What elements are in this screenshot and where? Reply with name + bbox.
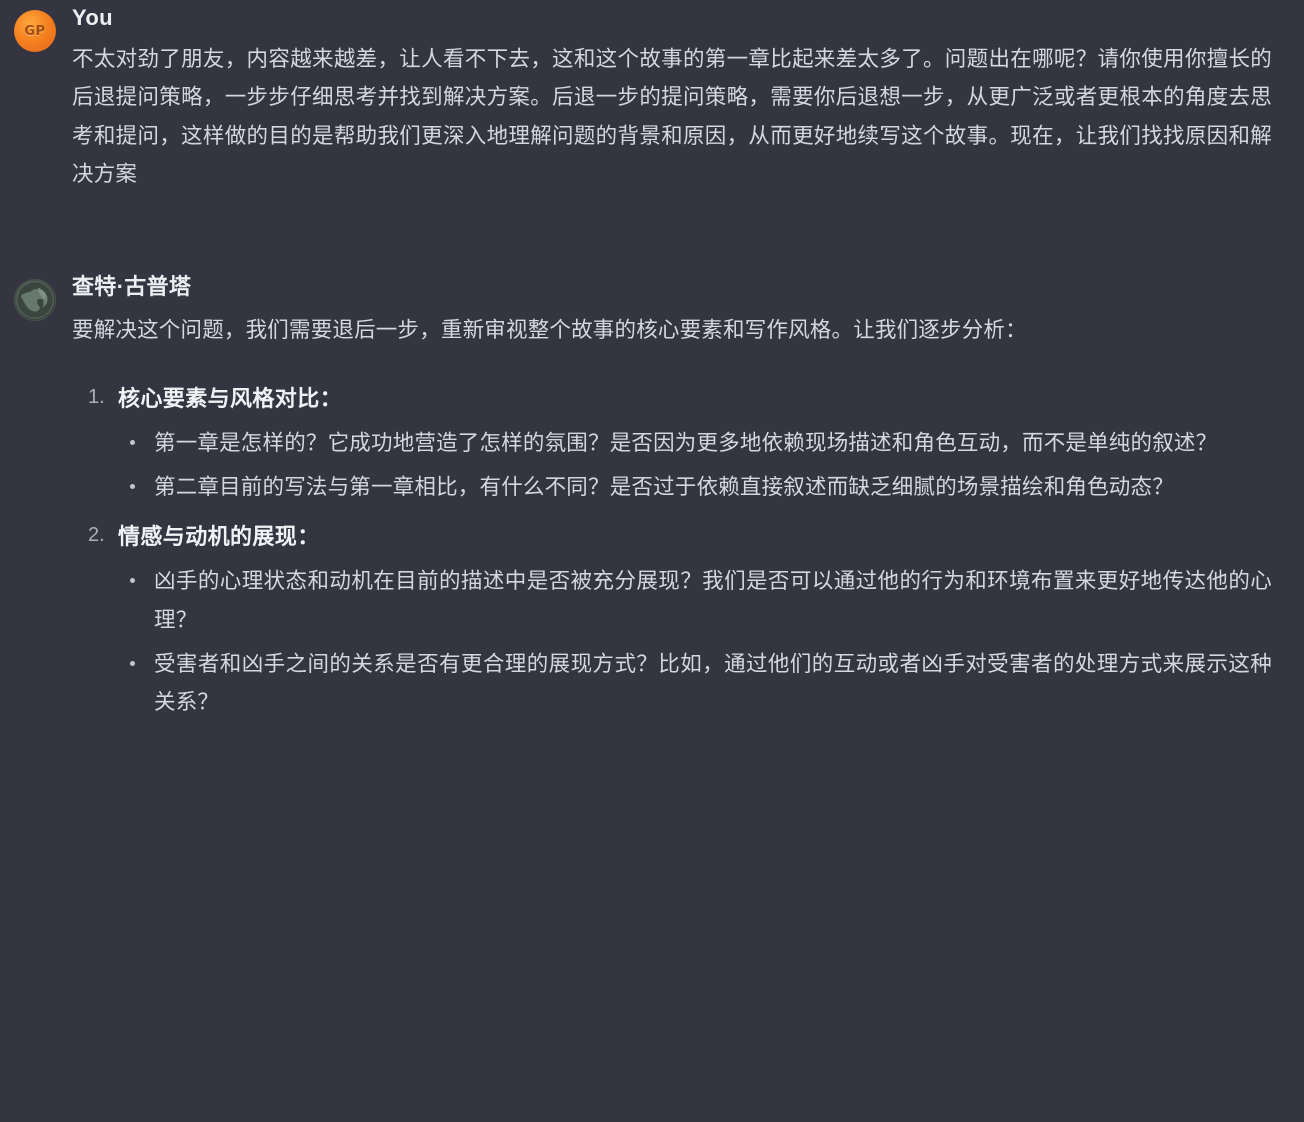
globe-avatar-icon (15, 281, 55, 320)
avatar-column (0, 275, 72, 322)
chat-transcript: GP You 不太对劲了朋友，内容越来越差，让人看不下去，这和这个故事的第一章比… (0, 0, 1304, 735)
message-author-name: You (72, 5, 113, 30)
step-title: 情感与动机的展现： (118, 524, 320, 550)
assistant-intro-text: 要解决这个问题，我们需要退后一步，重新审视整个故事的核心要素和写作风格。让我们逐… (72, 318, 1027, 343)
list-item: 核心要素与风格对比： 第一章是怎样的？它成功地营造了怎样的氛围？是否因为更多地依… (72, 382, 1272, 507)
sub-bullet-list: 第一章是怎样的？它成功地营造了怎样的氛围？是否因为更多地依赖现场描述和角色互动，… (118, 424, 1272, 507)
avatar: GP (14, 10, 56, 52)
list-item: 受害者和凶手之间的关系是否有更合理的展现方式？比如，通过他们的互动或者凶手对受害… (118, 645, 1272, 722)
message-content: 查特·古普塔 要解决这个问题，我们需要退后一步，重新审视整个故事的核心要素和写作… (72, 275, 1286, 735)
message-assistant: 查特·古普塔 要解决这个问题，我们需要退后一步，重新审视整个故事的核心要素和写作… (0, 253, 1304, 735)
list-item: 凶手的心理状态和动机在目前的描述中是否被充分展现？我们是否可以通过他的行为和环境… (118, 562, 1272, 639)
sub-bullet-list: 凶手的心理状态和动机在目前的描述中是否被充分展现？我们是否可以通过他的行为和环境… (118, 562, 1272, 721)
list-item: 第一章是怎样的？它成功地营造了怎样的氛围？是否因为更多地依赖现场描述和角色互动，… (118, 424, 1272, 462)
message-user: GP You 不太对劲了朋友，内容越来越差，让人看不下去，这和这个故事的第一章比… (0, 0, 1304, 193)
message-content: You 不太对劲了朋友，内容越来越差，让人看不下去，这和这个故事的第一章比起来差… (72, 5, 1286, 193)
bullet-text: 第一章是怎样的？它成功地营造了怎样的氛围？是否因为更多地依赖现场描述和角色互动，… (154, 430, 1218, 455)
bullet-text: 凶手的心理状态和动机在目前的描述中是否被充分展现？我们是否可以通过他的行为和环境… (154, 569, 1272, 632)
avatar (14, 279, 56, 322)
avatar-column: GP (0, 6, 72, 52)
step-title: 核心要素与风格对比： (118, 385, 343, 411)
assistant-step-list: 核心要素与风格对比： 第一章是怎样的？它成功地营造了怎样的氛围？是否因为更多地依… (72, 382, 1272, 722)
list-item: 第二章目前的写法与第一章相比，有什么不同？是否过于依赖直接叙述而缺乏细腻的场景描… (118, 468, 1272, 506)
message-author-name: 查特·古普塔 (72, 274, 192, 300)
user-message-text: 不太对劲了朋友，内容越来越差，让人看不下去，这和这个故事的第一章比起来差太多了。… (72, 47, 1272, 186)
bullet-text: 第二章目前的写法与第一章相比，有什么不同？是否过于依赖直接叙述而缺乏细腻的场景描… (154, 475, 1174, 500)
list-item: 情感与动机的展现： 凶手的心理状态和动机在目前的描述中是否被充分展现？我们是否可… (72, 520, 1272, 721)
bullet-text: 受害者和凶手之间的关系是否有更合理的展现方式？比如，通过他们的互动或者凶手对受害… (154, 651, 1272, 715)
message-row: 查特·古普塔 要解决这个问题，我们需要退后一步，重新审视整个故事的核心要素和写作… (0, 275, 1286, 735)
message-row: GP You 不太对劲了朋友，内容越来越差，让人看不下去，这和这个故事的第一章比… (0, 5, 1286, 193)
avatar-initials: GP (24, 23, 46, 39)
